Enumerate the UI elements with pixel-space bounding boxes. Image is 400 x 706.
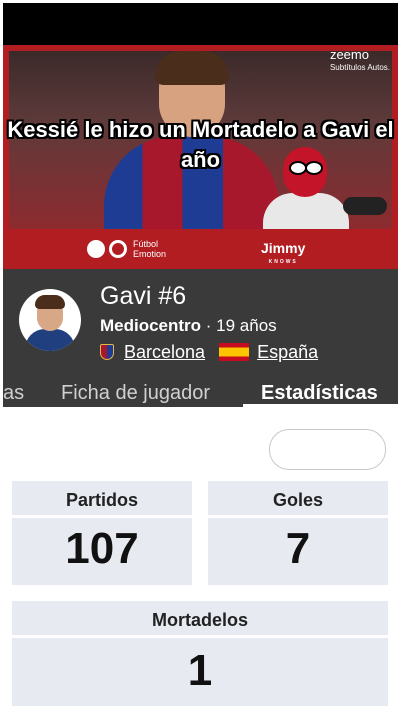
- position-separator: ·: [201, 316, 217, 335]
- country-link[interactable]: España: [257, 341, 318, 363]
- tab-bar: as Ficha de jugador Estadísticas: [3, 379, 398, 407]
- channel-logo-line-1: Fútbol: [133, 239, 159, 249]
- spiderman-body: [263, 193, 349, 229]
- stat-card-goles: Goles 7: [208, 481, 388, 585]
- video-logo-bar: [3, 231, 398, 269]
- spain-flag-icon: [219, 343, 250, 361]
- stat-card-mortadelos: Mortadelos 1: [12, 601, 388, 706]
- player-age: 19 años: [216, 316, 277, 335]
- creator-logo: Jimmy KNOWS: [261, 241, 305, 269]
- zeemo-subtitle: Subtítulos Autos.: [329, 63, 390, 72]
- stat-label: Mortadelos: [151, 610, 248, 630]
- player-club-line: Barcelona España: [100, 341, 318, 363]
- video-caption: Kessié le hizo un Mortadelo a Gavi el añ…: [7, 117, 394, 172]
- player-position: Mediocentro: [100, 316, 202, 335]
- player-figure-hair: [155, 51, 229, 85]
- tab-partial[interactable]: as: [3, 379, 24, 407]
- creator-logo-sub: KNOWS: [268, 259, 298, 265]
- zeemo-brand: zeemo: [329, 47, 369, 62]
- stat-divider: [208, 515, 388, 518]
- stat-value: 1: [187, 646, 213, 695]
- tab-estadisticas[interactable]: Estadísticas: [261, 379, 378, 407]
- stat-card-partidos: Partidos 107: [12, 481, 192, 585]
- creator-logo-text: Jimmy: [261, 240, 306, 256]
- active-tab-indicator: [243, 404, 398, 407]
- zeemo-watermark: zeemo Subtítulos Autos.: [330, 48, 390, 74]
- barcelona-crest-icon: [100, 344, 114, 360]
- stat-label: Partidos: [65, 490, 139, 510]
- avatar: [19, 289, 81, 351]
- avatar-hair: [35, 295, 65, 309]
- avatar-body: [25, 329, 75, 351]
- player-position-line: Mediocentro · 19 años: [100, 316, 277, 336]
- stat-label: Goles: [272, 490, 324, 510]
- club-link[interactable]: Barcelona: [124, 341, 205, 363]
- player-header: Gavi #6 Mediocentro · 19 años Barcelona …: [3, 269, 398, 379]
- stat-value: 107: [65, 524, 139, 573]
- video-player[interactable]: Fútbol Emotion Jimmy KNOWS zeemo Subtítu…: [3, 3, 398, 269]
- stat-value: 7: [285, 524, 311, 573]
- video-top-letterbox: [3, 3, 398, 45]
- emotion-e-icon: [109, 240, 127, 258]
- football-icon: [87, 240, 105, 258]
- microphone-icon: [343, 197, 387, 215]
- channel-logo-line-2: Emotion: [133, 249, 167, 259]
- tab-ficha-de-jugador[interactable]: Ficha de jugador: [61, 379, 210, 407]
- player-name: Gavi #6: [100, 282, 187, 310]
- stat-divider: [12, 635, 388, 638]
- filter-pill-button[interactable]: [269, 429, 386, 470]
- stat-divider: [12, 515, 192, 518]
- futbol-emotion-logo: Fútbol Emotion: [87, 239, 166, 259]
